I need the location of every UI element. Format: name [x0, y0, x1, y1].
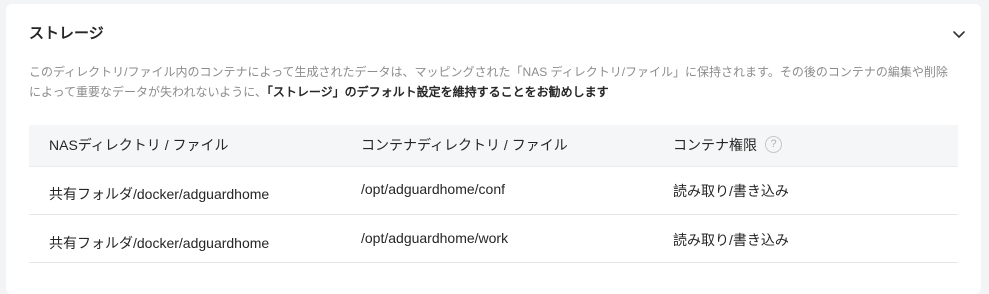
description-emphasis: 「ストレージ」のデフォルト設定を維持することをお勧めします — [266, 85, 609, 99]
header-container-directory: コンテナディレクトリ / ファイル — [361, 137, 568, 153]
permission-header-label: コンテナ権限 — [673, 137, 757, 153]
container-path-cell: /opt/adguardhome/conf — [361, 181, 505, 197]
chevron-down-icon[interactable] — [951, 26, 967, 42]
section-title: ストレージ — [29, 25, 104, 42]
table-header: NASディレクトリ / ファイル コンテナディレクトリ / ファイル コンテナ権… — [29, 125, 958, 167]
storage-header[interactable]: ストレージ — [29, 24, 969, 50]
storage-description: このディレクトリ/ファイル内のコンテナによって生成されたデータは、マッピングされ… — [29, 62, 959, 102]
table-row: 共有フォルダ/docker/adguardhome /opt/adguardho… — [29, 167, 958, 215]
storage-table: NASディレクトリ / ファイル コンテナディレクトリ / ファイル コンテナ権… — [29, 125, 958, 263]
question-circle-icon[interactable]: ? — [765, 136, 782, 154]
table-row: 共有フォルダ/docker/adguardhome /opt/adguardho… — [29, 215, 958, 263]
header-nas-directory: NASディレクトリ / ファイル — [49, 137, 229, 153]
header-container-permission: コンテナ権限? — [673, 125, 782, 166]
container-path-cell: /opt/adguardhome/work — [361, 230, 509, 246]
permission-cell: 読み取り/書き込み — [673, 183, 789, 199]
storage-card: ストレージ このディレクトリ/ファイル内のコンテナによって生成されたデータは、マ… — [6, 4, 981, 294]
nas-path-cell: 共有フォルダ/docker/adguardhome — [49, 235, 270, 251]
permission-cell: 読み取り/書き込み — [673, 232, 789, 248]
nas-path-cell: 共有フォルダ/docker/adguardhome — [49, 186, 270, 202]
